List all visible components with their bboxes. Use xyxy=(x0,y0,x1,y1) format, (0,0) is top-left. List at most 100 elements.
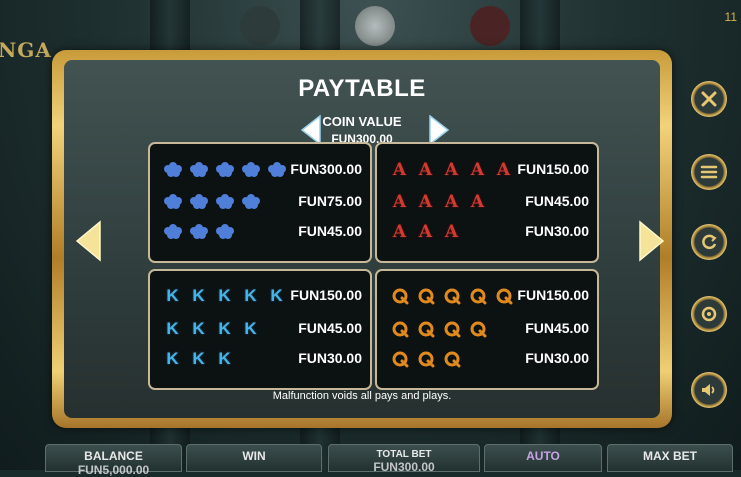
A-symbol-icon: A xyxy=(418,160,433,180)
pay-amount: FUN45.00 xyxy=(525,193,589,209)
pay-row: AAAAA FUN150.00 xyxy=(377,158,597,182)
max-bet-label: MAX BET xyxy=(643,449,697,463)
K-symbol-icon: K xyxy=(218,286,231,305)
paytable-box-leaf: FUN300.00 FUN75.00 FUN45.00 xyxy=(148,142,372,263)
leaf-flower-symbol-icon xyxy=(188,224,209,240)
leaf-flower-symbol-icon xyxy=(214,162,235,178)
win-display: WIN xyxy=(186,444,322,472)
pay-row: KKKK FUN45.00 xyxy=(150,317,370,341)
leaf-symbols-4 xyxy=(162,190,261,214)
paytable-box-K: KKKKK FUN150.00 KKKK FUN45.00 KKK FUN30.… xyxy=(148,269,372,390)
pay-amount: FUN30.00 xyxy=(525,223,589,239)
Q-symbols-5 xyxy=(389,284,514,308)
total-bet-label: TOTAL BET xyxy=(376,449,432,460)
win-label: WIN xyxy=(242,449,266,463)
A-symbol-icon: A xyxy=(470,192,485,212)
malfunction-footnote: Malfunction voids all pays and plays. xyxy=(272,390,452,402)
full-moon-icon xyxy=(355,6,395,46)
settings-button[interactable] xyxy=(691,296,727,332)
dark-moon-icon xyxy=(240,6,280,46)
pay-row: AAA FUN30.00 xyxy=(377,220,597,244)
balance-value: FUN5,000.00 xyxy=(77,463,150,477)
Q-symbol-icon xyxy=(415,319,436,340)
settings-gear-icon xyxy=(701,306,717,322)
pay-row: AAAA FUN45.00 xyxy=(377,190,597,214)
leaf-flower-symbol-icon xyxy=(266,162,287,178)
pay-row: KKKKK FUN150.00 xyxy=(150,284,370,308)
pay-row: KKK FUN30.00 xyxy=(150,347,370,371)
total-bet-control[interactable]: TOTAL BET FUN300.00 xyxy=(328,444,480,474)
Q-symbol-icon xyxy=(441,319,462,340)
Q-symbols-3 xyxy=(389,347,462,371)
Q-symbol-icon xyxy=(389,349,410,370)
Q-symbol-icon xyxy=(441,349,462,370)
leaf-flower-symbol-icon xyxy=(188,162,209,178)
auto-button[interactable]: AUTO xyxy=(484,444,602,472)
paytable-panel-inner: PAYTABLE COIN VALUE FUN300.00 FUN300.00 … xyxy=(64,60,665,418)
pay-amount: FUN150.00 xyxy=(517,287,589,303)
menu-button[interactable] xyxy=(691,154,727,190)
A-symbol-icon: A xyxy=(470,160,485,180)
sound-icon xyxy=(702,384,715,396)
pay-amount: FUN45.00 xyxy=(298,320,362,336)
K-symbol-icon: K xyxy=(166,286,179,305)
Q-symbol-icon xyxy=(467,286,488,307)
pay-amount: FUN45.00 xyxy=(525,320,589,336)
balance-label: BALANCE xyxy=(84,449,143,463)
A-symbol-icon: A xyxy=(444,160,459,180)
pay-row: FUN300.00 xyxy=(150,158,370,182)
A-symbol-icon: A xyxy=(418,222,433,242)
balance-display: BALANCE FUN5,000.00 xyxy=(45,444,182,477)
game-logo-fragment: NGA xyxy=(0,38,52,62)
menu-icon xyxy=(700,165,718,179)
sound-button[interactable] xyxy=(691,372,727,408)
A-symbols-5: AAAAA xyxy=(389,158,514,182)
pay-amount: FUN30.00 xyxy=(298,350,362,366)
K-symbol-icon: K xyxy=(192,319,205,338)
pay-amount: FUN150.00 xyxy=(517,161,589,177)
max-bet-button[interactable]: MAX BET xyxy=(607,444,733,472)
A-symbol-icon: A xyxy=(496,160,511,180)
red-moon-icon xyxy=(470,6,510,46)
K-symbol-icon: K xyxy=(166,349,179,368)
total-bet-value: FUN300.00 xyxy=(373,460,435,474)
bottom-control-bar: BALANCE FUN5,000.00 WIN TOTAL BET FUN300… xyxy=(0,440,741,477)
pay-amount: FUN45.00 xyxy=(298,223,362,239)
pay-row: FUN150.00 xyxy=(377,284,597,308)
Q-symbols-4 xyxy=(389,317,488,341)
leaf-flower-symbol-icon xyxy=(240,194,261,210)
refresh-button[interactable] xyxy=(691,224,727,260)
leaf-flower-symbol-icon xyxy=(214,194,235,210)
pay-amount: FUN300.00 xyxy=(290,161,362,177)
page-next-arrow[interactable] xyxy=(638,220,666,262)
A-symbol-icon: A xyxy=(392,160,407,180)
K-symbol-icon: K xyxy=(270,286,283,305)
Q-symbol-icon xyxy=(415,286,436,307)
pay-amount: FUN150.00 xyxy=(290,287,362,303)
paytable-title: PAYTABLE xyxy=(298,75,426,102)
Q-symbol-icon xyxy=(389,319,410,340)
leaf-flower-symbol-icon xyxy=(162,194,183,210)
leaf-flower-symbol-icon xyxy=(240,162,261,178)
page-prev-arrow[interactable] xyxy=(74,220,102,262)
close-button[interactable] xyxy=(691,81,727,117)
A-symbol-icon: A xyxy=(392,222,407,242)
pay-row: FUN45.00 xyxy=(377,317,597,341)
A-symbol-icon: A xyxy=(392,192,407,212)
K-symbols-3: KKK xyxy=(162,347,235,371)
K-symbol-icon: K xyxy=(166,319,179,338)
A-symbol-icon: A xyxy=(444,192,459,212)
A-symbol-icon: A xyxy=(444,222,459,242)
Q-symbol-icon xyxy=(415,349,436,370)
Q-symbol-icon xyxy=(389,286,410,307)
leaf-symbols-5 xyxy=(162,158,287,182)
K-symbols-4: KKKK xyxy=(162,317,261,341)
coin-value-label: COIN VALUE xyxy=(322,114,402,129)
K-symbol-icon: K xyxy=(192,286,205,305)
corner-number: 11 xyxy=(724,10,737,24)
leaf-flower-symbol-icon xyxy=(214,224,235,240)
Q-symbol-icon xyxy=(441,286,462,307)
leaf-symbols-3 xyxy=(162,220,235,244)
pay-row: FUN30.00 xyxy=(377,347,597,371)
coin-value-next-arrow[interactable] xyxy=(428,115,450,145)
